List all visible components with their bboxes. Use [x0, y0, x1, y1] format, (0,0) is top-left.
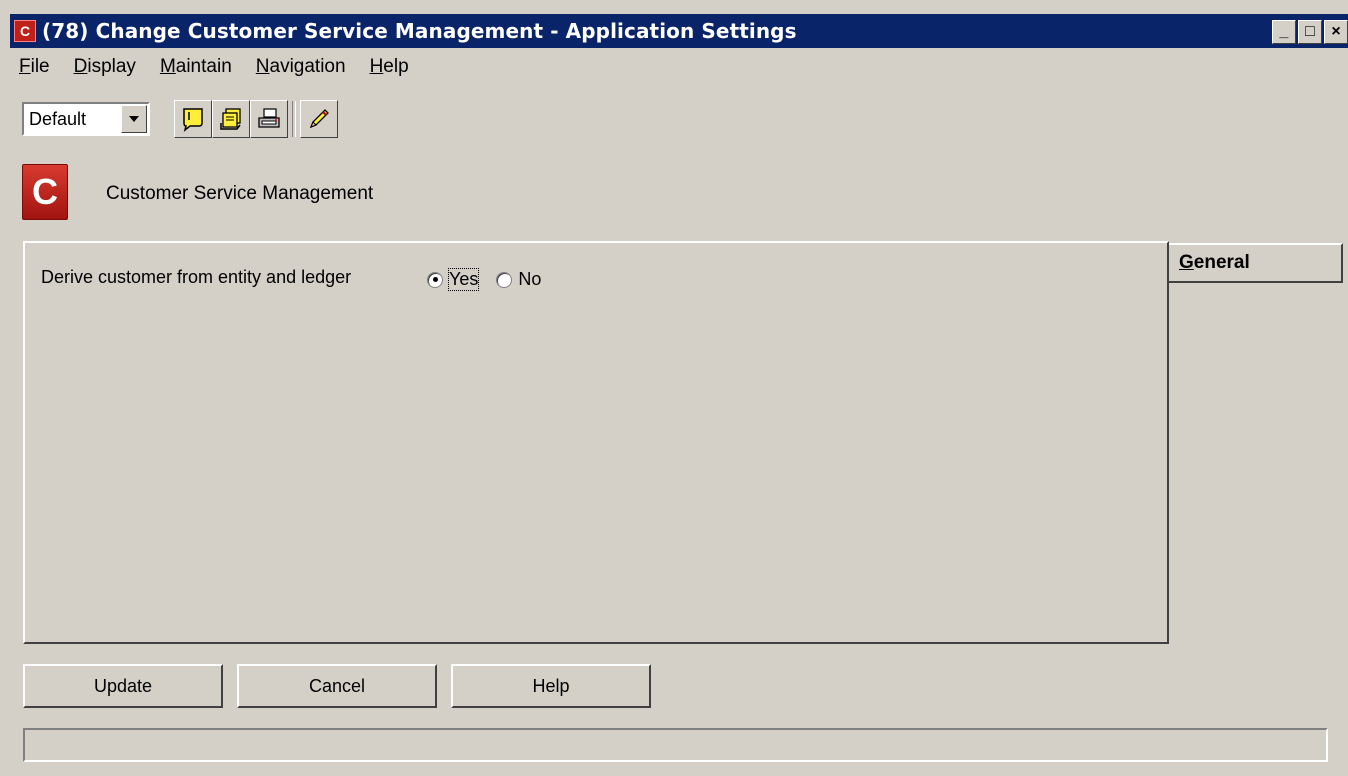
update-button[interactable]: Update — [23, 664, 223, 708]
menu-maintain-mnemonic: M — [159, 56, 176, 77]
view-select[interactable]: Default — [22, 102, 150, 136]
note-button[interactable] — [174, 100, 212, 138]
derive-customer-label: Derive customer from entity and ledger — [41, 267, 352, 287]
menu-maintain[interactable]: Maintain — [155, 54, 237, 80]
tab-general-label: eneral — [1193, 252, 1250, 273]
note-icon — [183, 108, 203, 132]
close-button[interactable]: × — [1324, 20, 1348, 44]
menu-file[interactable]: File — [14, 54, 55, 80]
menu-bar: File Display Maintain Navigation Help — [14, 54, 414, 80]
settings-panel: Derive customer from entity and ledger Y… — [23, 241, 1169, 644]
tab-general-mnemonic: G — [1179, 252, 1194, 273]
application-window: C (78) Change Customer Service Managemen… — [0, 0, 1348, 776]
menu-display[interactable]: Display — [69, 54, 141, 80]
radio-yes-label[interactable]: Yes — [447, 268, 480, 291]
maximize-button[interactable]: □ — [1298, 20, 1322, 44]
module-title: Customer Service Management — [106, 183, 374, 204]
menu-help-mnemonic: H — [369, 56, 384, 77]
view-select-value: Default — [29, 108, 87, 129]
window-controls: _ □ × — [1272, 20, 1348, 44]
toolbar: Default — [22, 100, 338, 138]
print-button[interactable] — [250, 100, 288, 138]
stack-icon — [220, 108, 241, 130]
menu-help[interactable]: Help — [365, 54, 414, 80]
minimize-button[interactable]: _ — [1272, 20, 1296, 44]
derive-customer-radio-group: Yes No — [427, 268, 541, 291]
app-logo-icon: C — [14, 20, 36, 42]
menu-file-mnemonic: F — [19, 56, 31, 77]
print-icon — [258, 108, 280, 128]
tab-general[interactable]: General — [1169, 243, 1343, 283]
toolbar-separator — [292, 101, 296, 137]
title-bar[interactable]: C (78) Change Customer Service Managemen… — [10, 14, 1348, 48]
help-button[interactable]: Help — [451, 664, 651, 708]
menu-file-label: ile — [30, 56, 50, 77]
window-title: (78) Change Customer Service Management … — [42, 19, 797, 43]
radio-no[interactable] — [496, 271, 513, 288]
stack-button[interactable] — [212, 100, 250, 138]
radio-selected-dot — [432, 277, 438, 282]
menu-navigation[interactable]: Navigation — [251, 54, 351, 80]
menu-navigation-mnemonic: N — [255, 56, 270, 77]
edit-pencil-icon — [309, 109, 329, 129]
cancel-button[interactable]: Cancel — [237, 664, 437, 708]
edit-button[interactable] — [300, 100, 338, 138]
menu-navigation-label: avigation — [269, 56, 346, 77]
module-logo-icon: C — [22, 164, 68, 220]
chevron-down-icon[interactable] — [121, 105, 147, 133]
radio-no-label[interactable]: No — [518, 269, 541, 290]
menu-display-mnemonic: D — [73, 56, 88, 77]
menu-maintain-label: aintain — [175, 56, 232, 77]
menu-display-label: isplay — [87, 56, 136, 77]
menu-help-label: elp — [383, 56, 409, 77]
radio-yes[interactable] — [427, 271, 443, 288]
status-bar — [23, 728, 1328, 762]
